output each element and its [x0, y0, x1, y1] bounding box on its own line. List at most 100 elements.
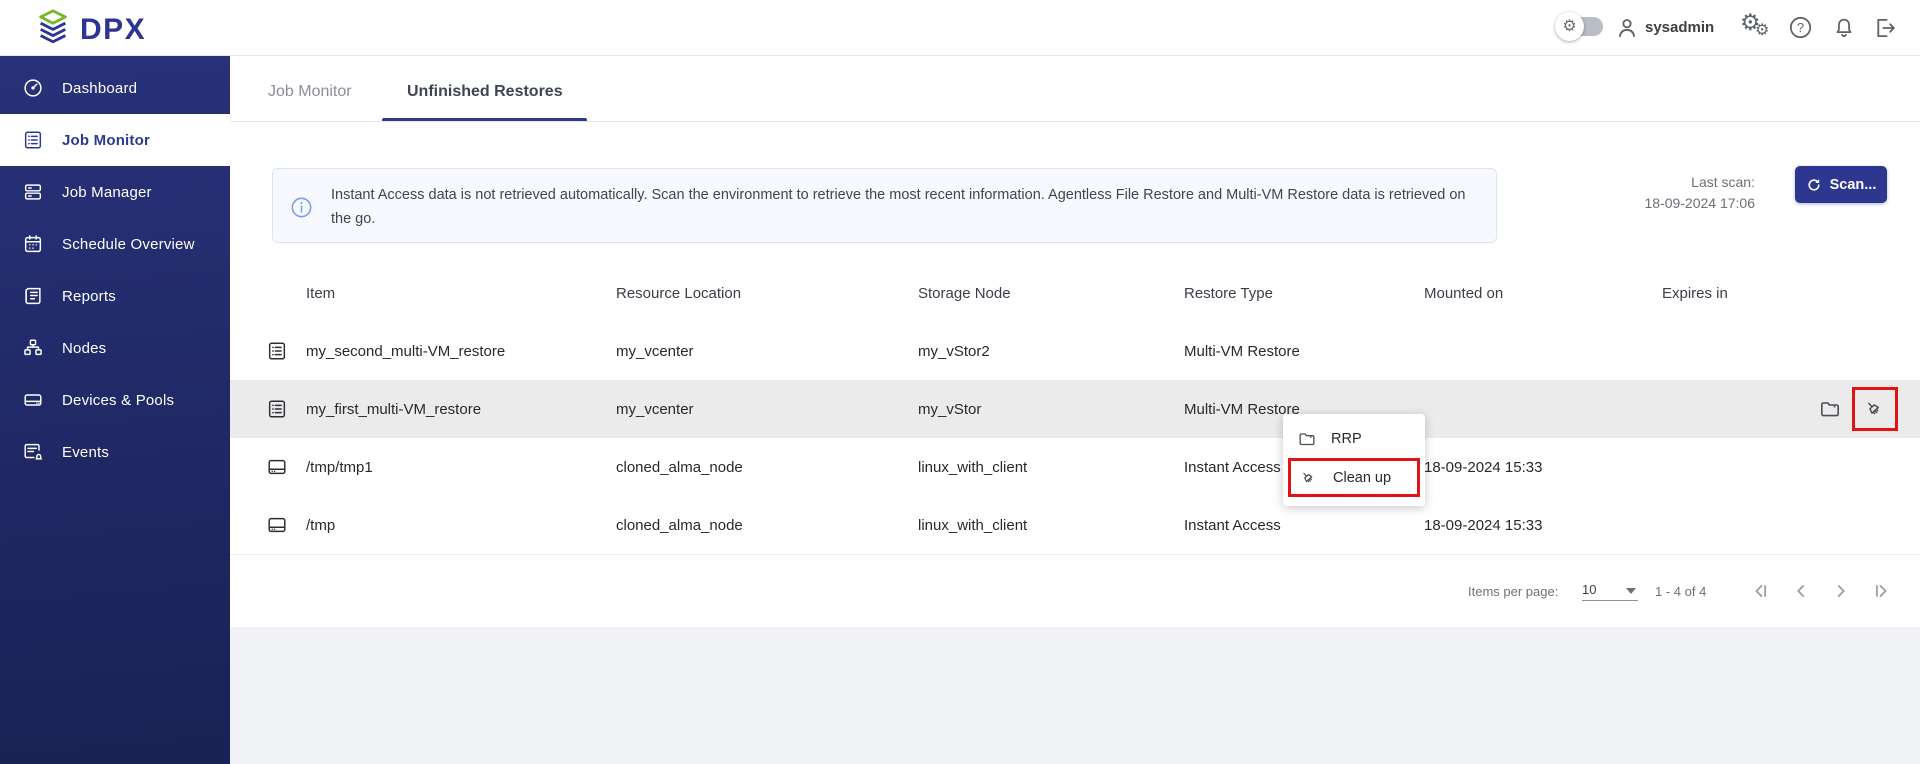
- events-list-bell-icon: [24, 443, 42, 460]
- username-label: sysadmin: [1645, 19, 1715, 36]
- column-header-item: Item: [306, 285, 336, 302]
- context-menu-item-rrp[interactable]: RRP: [1289, 420, 1417, 458]
- instant-access-drive-icon: [266, 514, 288, 541]
- sidebar-item-schedule-overview[interactable]: Schedule Overview: [0, 218, 230, 270]
- notifications-bell-icon[interactable]: [1828, 0, 1860, 55]
- chevron-down-icon: [1626, 588, 1636, 594]
- next-page-button[interactable]: [1828, 578, 1854, 604]
- cell-restore-type: Multi-VM Restore: [1184, 343, 1300, 360]
- svg-text:?: ?: [1796, 20, 1803, 35]
- cleanup-broom-icon[interactable]: [1863, 397, 1887, 421]
- info-icon: [289, 195, 314, 225]
- cell-storage-node: linux_with_client: [918, 517, 1028, 534]
- scan-button[interactable]: Scan...: [1795, 166, 1887, 203]
- column-header-storage-node: Storage Node: [918, 285, 1011, 302]
- dashboard-gauge-icon: [24, 79, 42, 97]
- job-monitor-list-icon: [24, 131, 42, 149]
- reports-newspaper-icon: [25, 287, 41, 305]
- sidebar-item-job-manager[interactable]: Job Manager: [0, 166, 230, 218]
- folder-icon: [1299, 433, 1315, 446]
- multi-vm-list-icon: [266, 398, 288, 425]
- cell-storage-node: my_vStor2: [918, 343, 990, 360]
- cell-item: /tmp/tmp1: [306, 459, 373, 476]
- sidebar-item-devices-pools[interactable]: Devices & Pools: [0, 374, 230, 426]
- logo-text: DPX: [80, 12, 147, 46]
- cell-restore-type: Instant Access: [1184, 517, 1281, 534]
- sidebar-item-label: Job Manager: [62, 183, 152, 201]
- cell-mounted-on: 18-09-2024 15:33: [1424, 459, 1543, 476]
- nodes-hierarchy-icon: [24, 339, 42, 356]
- context-menu-label: RRP: [1331, 431, 1362, 447]
- cell-item: my_second_multi-VM_restore: [306, 343, 506, 360]
- column-header-mounted-on: Mounted on: [1424, 285, 1504, 302]
- cell-resource-location: my_vcenter: [616, 343, 694, 360]
- sidebar-item-label: Schedule Overview: [62, 235, 195, 253]
- sidebar: Dashboard Job Monitor Job Manager Schedu…: [0, 55, 230, 764]
- instant-access-drive-icon: [266, 456, 288, 483]
- tab-job-monitor[interactable]: Job Monitor: [268, 83, 352, 101]
- cleanup-highlight-box: [1852, 387, 1898, 431]
- dpx-logo: DPX: [34, 8, 146, 51]
- sidebar-item-events[interactable]: Events: [0, 426, 230, 478]
- table-row[interactable]: /tmp/tmp1 cloned_alma_node linux_with_cl…: [230, 438, 1920, 497]
- devices-drive-icon: [24, 394, 42, 406]
- first-page-button[interactable]: [1748, 578, 1774, 604]
- main-content: Job Monitor Unfinished Restores Instant …: [230, 55, 1920, 627]
- cell-storage-node: linux_with_client: [918, 459, 1028, 476]
- sidebar-item-label: Job Monitor: [62, 131, 151, 149]
- sidebar-item-label: Nodes: [62, 339, 107, 357]
- last-scan-block: Last scan: 18-09-2024 17:06: [1560, 172, 1755, 214]
- row-actions: [1818, 380, 1898, 438]
- table-row[interactable]: my_second_multi-VM_restore my_vcenter my…: [230, 322, 1920, 381]
- admin-gears-icon[interactable]: ⚙ ⚙: [1738, 0, 1776, 55]
- sidebar-item-label: Events: [62, 443, 110, 461]
- cell-resource-location: cloned_alma_node: [616, 459, 743, 476]
- app-window: DPX ⚙ sysadmin ⚙ ⚙ ? Dashboard Job Monit…: [0, 0, 1920, 764]
- info-banner: Instant Access data is not retrieved aut…: [272, 168, 1497, 243]
- tabbar-divider: [230, 121, 1920, 122]
- items-per-page-value: 10: [1582, 582, 1597, 597]
- table-row[interactable]: /tmp cloned_alma_node linux_with_client …: [230, 496, 1920, 555]
- cell-resource-location: my_vcenter: [616, 401, 694, 418]
- job-manager-stack-icon: [24, 184, 42, 200]
- multi-vm-list-icon: [266, 340, 288, 367]
- sidebar-item-dashboard[interactable]: Dashboard: [0, 62, 230, 114]
- pagination-range-label: 1 - 4 of 4: [1655, 584, 1707, 599]
- table-row[interactable]: my_first_multi-VM_restore my_vcenter my_…: [230, 380, 1920, 439]
- sidebar-item-nodes[interactable]: Nodes: [0, 322, 230, 374]
- refresh-icon: [1808, 178, 1820, 191]
- dpx-layers-icon: [34, 8, 72, 51]
- help-icon[interactable]: ?: [1784, 0, 1816, 55]
- info-banner-text: Instant Access data is not retrieved aut…: [331, 187, 1466, 227]
- last-page-button[interactable]: [1868, 578, 1894, 604]
- context-menu-label: Clean up: [1333, 469, 1392, 486]
- user-icon[interactable]: [1612, 0, 1642, 55]
- settings-toggle[interactable]: ⚙: [1555, 12, 1603, 41]
- sidebar-item-job-monitor[interactable]: Job Monitor: [0, 114, 230, 166]
- scan-button-label: Scan...: [1829, 176, 1877, 193]
- rrp-folder-icon[interactable]: [1818, 397, 1842, 421]
- column-header-restore-type: Restore Type: [1184, 285, 1273, 302]
- gear-toggle-icon: ⚙: [1555, 12, 1584, 41]
- cell-item: my_first_multi-VM_restore: [306, 401, 482, 418]
- previous-page-button[interactable]: [1788, 578, 1814, 604]
- last-scan-label: Last scan:: [1691, 174, 1755, 190]
- cell-resource-location: cloned_alma_node: [616, 517, 743, 534]
- logout-icon[interactable]: [1868, 0, 1902, 55]
- items-per-page-select[interactable]: 10: [1582, 582, 1638, 601]
- context-menu-item-clean-up[interactable]: Clean up: [1288, 458, 1420, 497]
- column-header-expires-in: Expires in: [1662, 285, 1728, 302]
- items-per-page-label: Items per page:: [1468, 584, 1559, 599]
- column-header-resource-location: Resource Location: [616, 285, 742, 302]
- sidebar-item-reports[interactable]: Reports: [0, 270, 230, 322]
- pagination-bar: Items per page: 10 1 - 4 of 4: [230, 554, 1920, 627]
- table-header: Item Resource Location Storage Node Rest…: [230, 267, 1920, 323]
- sidebar-item-label: Dashboard: [62, 79, 138, 97]
- context-menu: RRP Clean up: [1283, 414, 1425, 506]
- topbar: DPX ⚙ sysadmin ⚙ ⚙ ?: [0, 0, 1920, 56]
- cell-restore-type: Instant Access: [1184, 459, 1281, 476]
- sidebar-item-label: Reports: [62, 287, 116, 305]
- last-scan-time: 18-09-2024 17:06: [1644, 195, 1755, 211]
- calendar-icon: [24, 235, 42, 253]
- tab-unfinished-restores[interactable]: Unfinished Restores: [407, 83, 563, 101]
